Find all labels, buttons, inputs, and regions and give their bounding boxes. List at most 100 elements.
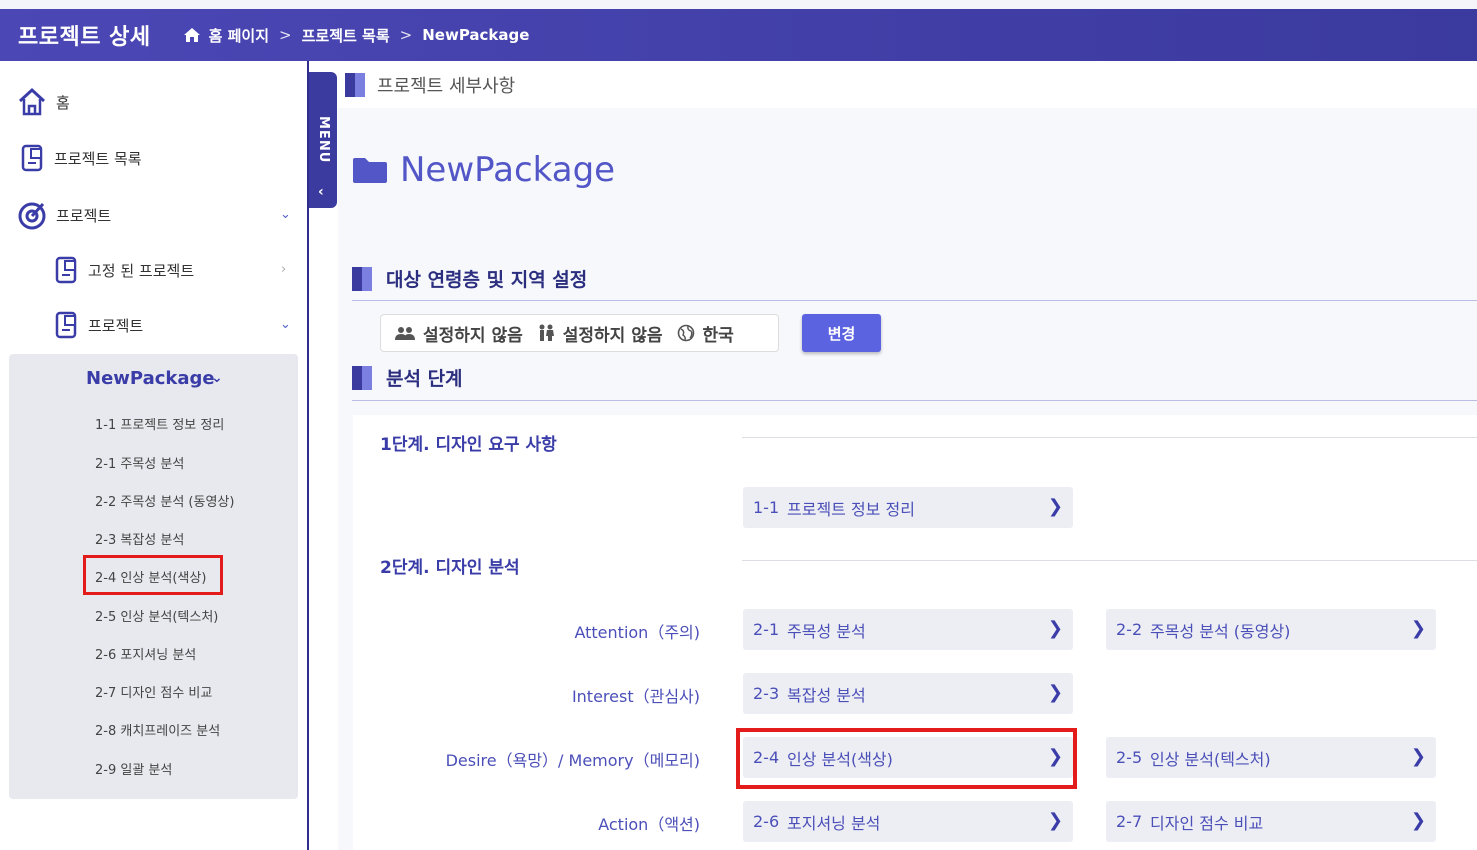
card-number: 2-7 [1116,812,1143,831]
project-name: NewPackage [400,150,616,190]
menu-label: MENU [316,116,331,164]
chevron-left-icon: ‹ [318,184,324,200]
card-label: 주목성 분석 (동영상) [1150,621,1291,641]
card-number: 2-5 [1116,748,1143,767]
chevron-right-icon[interactable]: › [281,262,286,277]
stage-divider [742,560,1477,561]
document-icon [55,311,77,339]
submenu-item[interactable]: 2-6 포지셔닝 분석 [95,644,196,663]
chevron-down-icon[interactable]: ⌄ [280,207,291,222]
package-name[interactable]: NewPackage [86,368,215,389]
submenu-item[interactable]: 2-9 일괄 분석 [95,759,172,778]
age-filter: 설정하지 않음 [395,321,523,346]
card-label: 인상 분석(텍스처) [1150,749,1271,769]
gender-icon [539,324,554,341]
section-title: 대상 연령층 및 지역 설정 [386,269,588,291]
analysis-card-2-3[interactable]: 2-3 복잡성 분석 ❯ [743,673,1073,714]
analysis-card-2-5[interactable]: 2-5 인상 분석(텍스처) ❯ [1106,737,1436,778]
card-label: 프로젝트 정보 정리 [787,499,915,519]
project-title: NewPackage [352,150,615,190]
breadcrumb-home[interactable]: 홈 페이지 [209,25,269,46]
globe-icon [677,324,694,342]
sidebar-item-home[interactable]: 홈 [16,87,70,117]
page-header: 프로젝트 상세 홈 페이지 > 프로젝트 목록 > NewPackage [0,9,1477,61]
page-title: 프로젝트 상세 [18,25,151,50]
card-label: 주목성 분석 [787,621,866,641]
analysis-card-1-1[interactable]: 1-1 프로젝트 정보 정리 ❯ [743,487,1073,528]
section-marker [345,73,365,97]
chevron-right-icon: ❯ [1410,746,1426,767]
home-icon [183,28,200,42]
analysis-card-2-7[interactable]: 2-7 디자인 점수 비교 ❯ [1106,801,1436,842]
chevron-right-icon: ❯ [1047,496,1063,517]
card-number: 1-1 [753,498,780,517]
change-button[interactable]: 변경 [802,314,881,352]
sidebar-item-project[interactable]: 프로젝트 [54,310,143,340]
region-filter: 한국 [677,321,734,346]
chevron-right-icon: ❯ [1047,682,1063,703]
section-title: 분석 단계 [386,368,463,390]
chevron-down-icon[interactable]: ⌄ [211,370,223,386]
sidebar-item-pinned-projects[interactable]: 고정 된 프로젝트 [54,255,194,285]
detail-header: 프로젝트 세부사항 [345,72,515,98]
document-icon [55,256,77,284]
card-number: 2-3 [753,684,780,703]
target-section-header: 대상 연령층 및 지역 설정 [352,265,587,292]
stage-divider [742,437,1477,438]
chevron-right-icon: ❯ [1047,810,1063,831]
home-icon [18,87,46,116]
region-filter-value: 한국 [702,325,734,346]
row-label-action: Action（액션) [598,815,700,834]
submenu-item[interactable]: 2-1 주목성 분석 [95,453,184,472]
detail-label: 프로젝트 세부사항 [377,76,516,97]
analysis-card-2-6[interactable]: 2-6 포지셔닝 분석 ❯ [743,801,1073,842]
section-divider [352,300,1477,301]
chevron-down-icon[interactable]: ⌄ [280,317,291,332]
document-icon [21,144,43,172]
card-number: 2-6 [753,812,780,831]
row-label-attention: Attention（주의) [574,623,700,642]
submenu-item[interactable]: 2-2 주목성 분석 (동영상) [95,491,234,510]
analysis-card-2-2[interactable]: 2-2 주목성 분석 (동영상) ❯ [1106,609,1436,650]
highlight-box [736,728,1077,789]
submenu-item[interactable]: 1-1 프로젝트 정보 정리 [95,414,224,433]
submenu-item[interactable]: 2-5 인상 분석(텍스처) [95,606,218,625]
stage2-title: 2단계. 디자인 분석 [380,558,520,578]
menu-toggle-tab[interactable]: MENU ‹ [309,72,337,208]
sidebar-item-label: 고정 된 프로젝트 [88,261,195,280]
card-label: 디자인 점수 비교 [1150,813,1264,833]
sidebar-item-label: 프로젝트 목록 [54,149,142,168]
gender-filter: 설정하지 않음 [537,321,663,346]
sidebar: 홈 프로젝트 목록 프로젝트 ⌄ 고정 된 프로젝트 › 프로젝트 ⌄ NewP… [0,61,308,850]
chevron-right-icon: ❯ [1410,810,1426,831]
submenu-item[interactable]: 2-8 캐치프레이즈 분석 [95,720,220,739]
stage1-title: 1단계. 디자인 요구 사항 [380,435,557,455]
card-label: 복잡성 분석 [787,685,866,705]
folder-icon [353,158,387,183]
gender-filter-value: 설정하지 않음 [562,325,663,346]
submenu-item[interactable]: 2-7 디자인 점수 비교 [95,682,212,701]
people-icon [395,327,415,340]
section-marker [352,365,372,390]
top-strip [0,0,1477,9]
breadcrumb-separator: > [399,26,413,44]
chevron-right-icon: ❯ [1410,618,1426,639]
submenu-item[interactable]: 2-3 복잡성 분석 [95,529,184,548]
analysis-card-2-1[interactable]: 2-1 주목성 분석 ❯ [743,609,1073,650]
breadcrumb: 홈 페이지 > 프로젝트 목록 > NewPackage [183,25,529,46]
breadcrumb-separator: > [279,26,292,44]
sidebar-item-project-list[interactable]: 프로젝트 목록 [20,143,142,173]
card-number: 2-1 [753,620,780,639]
age-filter-value: 설정하지 않음 [423,325,523,346]
sidebar-item-label: 홈 [56,93,70,112]
sidebar-item-projects[interactable]: 프로젝트 [16,199,111,231]
analysis-section-header: 분석 단계 [352,364,463,391]
chevron-right-icon: ❯ [1047,618,1063,639]
row-label-interest: Interest（관심사) [571,687,700,706]
card-number: 2-2 [1116,620,1143,639]
row-label-desire-memory: Desire（욕망）/ Memory（메모리) [445,751,700,770]
breadcrumb-project-list[interactable]: 프로젝트 목록 [302,25,390,46]
card-label: 포지셔닝 분석 [787,813,881,833]
target-filter-summary: 설정하지 않음 설정하지 않음 한국 [380,314,779,352]
sidebar-item-label: 프로젝트 [56,206,112,225]
